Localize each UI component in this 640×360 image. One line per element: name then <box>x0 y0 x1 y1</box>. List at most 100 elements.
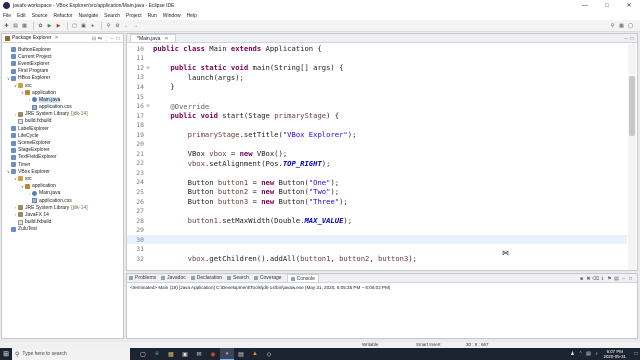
code-line[interactable]: 18 <box>127 120 627 130</box>
tab-console[interactable]: Console <box>286 274 319 282</box>
code-line[interactable]: 24 Button button1 = new Button("One"); <box>127 178 627 188</box>
menu-refactor[interactable]: Refactor <box>54 13 73 19</box>
tree-item[interactable]: ZuluTest <box>2 226 123 233</box>
tree-item[interactable]: ∨ application <box>2 183 123 190</box>
tree-item[interactable]: Timer <box>2 161 123 168</box>
tab-search[interactable]: Search <box>227 275 249 281</box>
code-line[interactable]: 32 vbox.getChildren().addAll(button1, bu… <box>127 254 627 264</box>
menu-window[interactable]: Window <box>163 13 181 19</box>
code-line[interactable]: 19 primaryStage.setTitle("VBox Explorer"… <box>127 130 627 140</box>
back-icon[interactable]: ← <box>123 22 130 29</box>
tree-item[interactable]: ∨ application <box>2 89 123 96</box>
tree-item[interactable]: StageExplorer <box>2 147 123 154</box>
tree-item[interactable]: › JRE System Library [jdk-14] <box>2 111 123 118</box>
open-type-icon[interactable]: ⚙ <box>114 22 121 29</box>
save-all-icon[interactable]: ▦ <box>21 22 28 29</box>
maximize-view-icon[interactable]: □ <box>627 275 634 282</box>
tab-declaration[interactable]: Declaration <box>190 275 222 281</box>
tree-item[interactable]: ∨ src <box>2 175 123 182</box>
save-icon[interactable]: ▤ <box>12 22 19 29</box>
volume-icon[interactable]: ♪ <box>593 351 601 357</box>
minimize-view-icon[interactable]: – <box>620 275 627 282</box>
pin-console-icon[interactable]: ⚑ <box>606 275 613 282</box>
tree-item[interactable]: › Main.java <box>2 190 123 197</box>
new-icon[interactable]: ✚ <box>3 22 10 29</box>
network-icon[interactable]: ▤ <box>585 351 593 357</box>
code-line[interactable]: 20 <box>127 139 627 149</box>
code-line[interactable]: 27 <box>127 206 627 216</box>
java-perspective-icon[interactable]: ◯ <box>627 22 634 29</box>
new-java-project-icon[interactable]: ▢ <box>71 22 78 29</box>
code-area[interactable]: 10 public class Main extends Application … <box>127 44 627 270</box>
code-line[interactable]: 29 <box>127 225 627 235</box>
menu-file[interactable]: File <box>3 13 11 19</box>
code-line[interactable]: 13 launch(args); <box>127 73 627 83</box>
code-line[interactable]: 31 <box>127 244 627 254</box>
file-explorer-icon[interactable]: ▦ <box>164 348 178 360</box>
new-class-icon[interactable]: ● <box>89 22 96 29</box>
tab-javadoc[interactable]: Javadoc <box>161 275 186 281</box>
eclipse-taskbar-icon[interactable]: ● <box>220 348 234 360</box>
taskbar-clock[interactable]: 6:07 PM 2020-05-31 <box>604 349 626 359</box>
chevron-up-icon[interactable]: ⌃ <box>577 351 585 357</box>
code-line[interactable]: 22 vbox.setAlignment(Pos.TOP_RIGHT); <box>127 159 627 169</box>
tab-problems[interactable]: Problems <box>129 275 156 281</box>
code-line[interactable]: 11 <box>127 54 627 64</box>
editor-scrollbar[interactable] <box>628 44 636 270</box>
terminate-icon[interactable]: ■ <box>578 275 585 282</box>
minimize-icon[interactable]: — <box>574 0 596 11</box>
new-package-icon[interactable]: ▣ <box>80 22 87 29</box>
tab-main-java[interactable]: *Main.java ✕ <box>130 34 176 42</box>
remove-launch-icon[interactable]: ✖ <box>585 275 592 282</box>
code-line[interactable]: 30 <box>127 234 627 245</box>
tree-item[interactable]: LabelExplorer <box>2 125 123 132</box>
code-line[interactable]: 12 ⊖ public static void main(String[] arg… <box>127 63 627 73</box>
people-icon[interactable]: ♟ <box>569 351 577 357</box>
store-icon[interactable]: ▣ <box>178 348 192 360</box>
run-external-icon[interactable]: ▶ <box>55 22 62 29</box>
display-console-icon[interactable]: ▤ <box>613 275 620 282</box>
menu-run[interactable]: Run <box>148 13 157 19</box>
menu-source[interactable]: Source <box>32 13 48 19</box>
edge-icon[interactable]: e <box>150 348 164 360</box>
tree-item[interactable]: First Program <box>2 68 123 75</box>
taskbar-search[interactable]: ⚲ Type here to search <box>12 348 130 360</box>
windows-start-icon[interactable]: ⊞ <box>0 348 12 360</box>
code-line[interactable]: 10 public class Main extends Application … <box>127 44 627 54</box>
code-line[interactable]: 23 <box>127 168 627 178</box>
maximize-view-icon[interactable]: □ <box>115 35 121 42</box>
tree-item[interactable]: build.fxbuild <box>2 118 123 125</box>
menu-project[interactable]: Project <box>126 13 142 19</box>
editor-scroll-thumb[interactable] <box>629 76 635 136</box>
tree-item[interactable]: Current Project <box>2 53 123 60</box>
tree-item[interactable]: application.css <box>2 197 123 204</box>
tree-item[interactable]: application.css <box>2 104 123 111</box>
notifications-icon[interactable]: □ <box>632 351 640 357</box>
tree-item[interactable]: build.fxbuild <box>2 219 123 226</box>
code-line[interactable]: 16 ⊖ @Override <box>127 101 627 111</box>
clear-console-icon[interactable]: ⌫ <box>592 275 599 282</box>
close-icon[interactable]: ✕ <box>54 35 58 41</box>
scroll-lock-icon[interactable]: ⇓ <box>599 275 606 282</box>
tree-item[interactable]: › JavaFX 14 <box>2 211 123 218</box>
code-line[interactable]: 15 <box>127 92 627 102</box>
forward-icon[interactable]: → <box>132 22 139 29</box>
code-line[interactable]: 28 button1.setMaxWidth(Double.MAX_VALUE)… <box>127 216 627 226</box>
quick-access-icon[interactable]: ⚲ <box>609 22 616 29</box>
menu-help[interactable]: Help <box>187 13 197 19</box>
tree-item[interactable]: ButtonExplorer <box>2 46 123 53</box>
code-line[interactable]: 17 public void start(Stage primaryStage)… <box>127 111 627 121</box>
close-icon[interactable]: ✕ <box>618 0 640 11</box>
run-icon[interactable]: ▶ <box>46 22 53 29</box>
terminal-icon[interactable]: ▤ <box>234 348 248 360</box>
tree-item[interactable]: TextFieldExplorer <box>2 154 123 161</box>
chrome-icon[interactable]: ◉ <box>206 348 220 360</box>
menu-navigate[interactable]: Navigate <box>78 13 98 19</box>
tree-item[interactable]: › JRE System Library [jdk-14] <box>2 204 123 211</box>
debug-icon[interactable]: ✿ <box>37 22 44 29</box>
code-line[interactable]: 26 Button button3 = new Button("Three"); <box>127 197 627 207</box>
vlc-icon[interactable]: ▲ <box>248 348 262 360</box>
tree-item[interactable]: SceneExplorer <box>2 139 123 146</box>
app-icon[interactable]: ◇ <box>262 348 276 360</box>
maximize-icon[interactable]: □ <box>596 0 618 11</box>
